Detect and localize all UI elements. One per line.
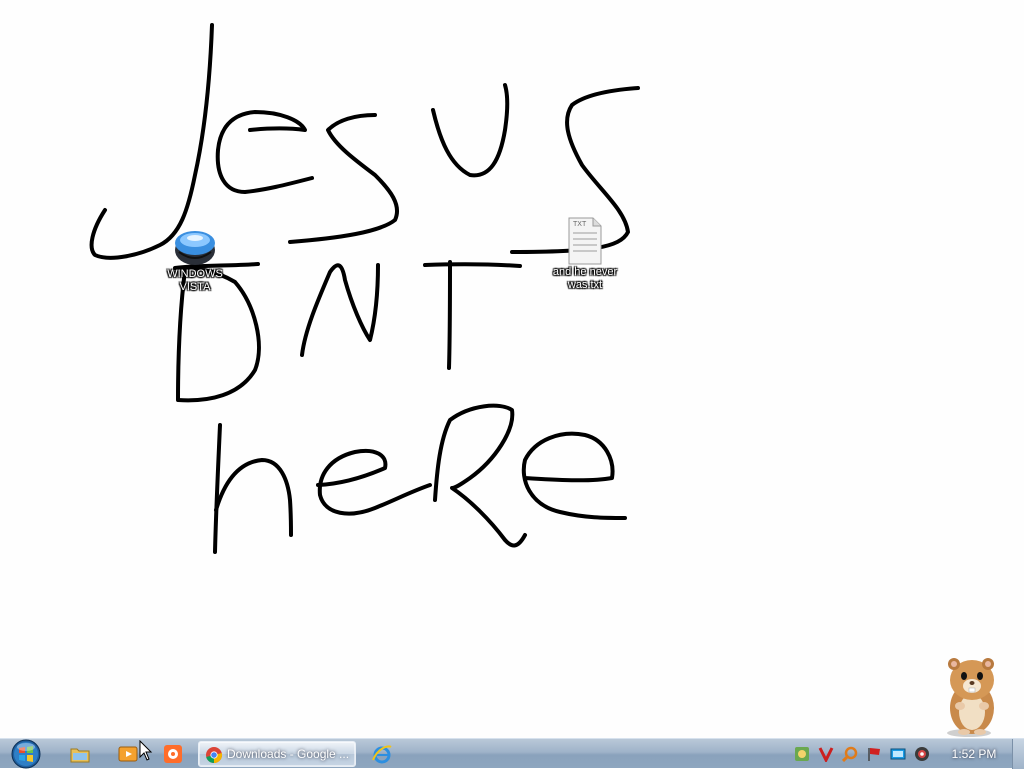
media-app-icon[interactable] [161, 742, 185, 766]
desktop-icon-label: WINDOWS VISTA [167, 268, 223, 293]
taskbar: Downloads - Google ... 1:52 PM [0, 738, 1024, 769]
desktop-icon-windows-vista[interactable]: WINDOWS VISTA [155, 226, 235, 294]
v-tray-icon[interactable] [818, 746, 834, 762]
search-tray-icon[interactable] [842, 746, 858, 762]
taskbar-clock[interactable]: 1:52 PM [945, 747, 1003, 761]
internet-explorer-icon[interactable] [370, 742, 394, 766]
flag-tray-icon[interactable] [866, 746, 882, 762]
mouse-cursor-icon [139, 740, 153, 761]
desktop[interactable]: WINDOWS VISTA TXT and he never was.txt [0, 0, 1024, 738]
volume-tray-icon[interactable] [914, 746, 930, 762]
txt-badge: TXT [573, 221, 587, 228]
orb-globe-icon [175, 231, 215, 265]
desktop-icon-label: and he never was.txt [552, 266, 618, 291]
start-orb-icon[interactable] [8, 739, 44, 769]
display-tray-icon[interactable] [890, 746, 906, 762]
chrome-icon [206, 747, 223, 764]
explorer-folder-icon[interactable] [68, 742, 92, 766]
freehand-drawing [89, 23, 640, 554]
desktop-icon-text-file[interactable]: TXT and he never was.txt [545, 216, 625, 292]
taskbar-button-chrome[interactable]: Downloads - Google ... [198, 741, 356, 767]
taskbar-button-label: Downloads - Google ... [227, 747, 350, 761]
security-tray-icon[interactable] [794, 746, 810, 762]
text-file-icon: TXT [568, 217, 602, 265]
hamster-mascot[interactable] [924, 650, 1020, 738]
show-desktop-button[interactable] [1012, 739, 1024, 769]
media-player-icon[interactable] [116, 742, 140, 766]
system-tray [788, 741, 938, 767]
